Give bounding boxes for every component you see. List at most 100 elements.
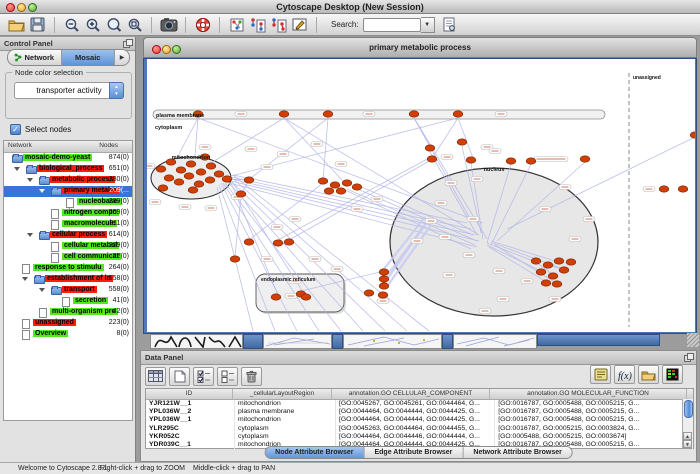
expander-icon[interactable] [14, 167, 20, 171]
tree-row-macromolecule[interactable]: macromolecule311(0) [4, 219, 132, 230]
function-builder-icon[interactable]: f(x) [614, 365, 635, 384]
expander-icon[interactable] [27, 178, 33, 182]
network-node[interactable] [156, 166, 166, 172]
network-node[interactable] [284, 239, 294, 245]
table-scrollbar[interactable]: ▲ ▼ [682, 399, 693, 448]
network-node[interactable] [273, 240, 283, 246]
column-header-2[interactable]: _cellularLayoutRegion [233, 389, 332, 399]
network-node[interactable] [580, 156, 590, 162]
scroll-up-icon[interactable]: ▲ [683, 432, 692, 440]
float-panel-icon[interactable] [684, 353, 692, 361]
tab-edge-attribute-browser[interactable]: Edge Attribute Browser [364, 447, 463, 458]
zoom-fit-icon[interactable] [125, 15, 144, 34]
expander-icon[interactable] [22, 277, 28, 281]
import-attributes-icon[interactable] [590, 365, 611, 384]
background-window-fragment[interactable] [343, 334, 442, 349]
table-row-ykr052c[interactable]: YKR052Ccytoplasm[GO:0044464, GO:0044446,… [146, 433, 693, 441]
network-node[interactable] [427, 156, 437, 162]
network-node[interactable] [352, 184, 362, 190]
tab-mosaic[interactable]: Mosaic [62, 50, 116, 65]
network-node[interactable] [678, 186, 688, 192]
network-node[interactable] [194, 181, 204, 187]
background-window-fragment[interactable] [150, 334, 243, 349]
column-header-3[interactable]: annotation.GO CELLULAR_COMPONENT [332, 389, 490, 399]
new-network-icon[interactable] [227, 15, 246, 34]
network-node[interactable] [559, 267, 569, 273]
annotation-icon[interactable] [290, 15, 309, 34]
tab-network[interactable]: Network [8, 50, 62, 65]
network-node[interactable] [184, 173, 194, 179]
network-node[interactable] [336, 188, 346, 194]
network-node[interactable] [205, 177, 215, 183]
scrollbar-thumb[interactable] [684, 400, 693, 418]
tree-row-unassigned[interactable]: unassigned223(0) [4, 318, 132, 329]
network-node[interactable] [690, 132, 695, 138]
table-row-ypl036w__1[interactable]: YPL036W__1mitochondrion[GO:0044464, GO:0… [146, 416, 693, 424]
search-options-icon[interactable] [440, 15, 459, 34]
network-node[interactable] [236, 191, 246, 197]
network-node[interactable] [552, 281, 562, 287]
network-node[interactable] [324, 188, 334, 194]
network-node[interactable] [453, 111, 463, 117]
open-icon[interactable] [7, 15, 26, 34]
select-nodes-checkbox[interactable]: ✓ [10, 124, 21, 135]
unselect-attributes-icon[interactable] [217, 367, 238, 386]
tree-row-biological-process[interactable]: biological_process651(0) [4, 164, 132, 175]
network-node[interactable] [222, 176, 232, 182]
network-from-selected-nodes-icon[interactable] [248, 15, 267, 34]
expander-icon[interactable] [39, 189, 45, 193]
network-node[interactable] [271, 294, 281, 300]
tree-row-metabolic-process[interactable]: metabolic process280(0) [4, 175, 132, 186]
search-input[interactable] [363, 18, 421, 32]
network-node[interactable] [301, 294, 311, 300]
table-row-ypl036w__2[interactable]: YPL036W__2plasma membrane[GO:0044464, GO… [146, 408, 693, 416]
tree-row-cellular-process[interactable]: cellular process614(0) [4, 230, 132, 241]
table-row-yjr121w__1[interactable]: YJR121W__1mitochondrion[GO:0045267, GO:0… [146, 400, 693, 408]
network-node[interactable] [526, 158, 536, 164]
expander-icon[interactable] [39, 288, 45, 292]
network-node[interactable] [318, 178, 328, 184]
network-node[interactable] [164, 175, 174, 181]
network-node[interactable] [186, 161, 196, 167]
tree-row-overview[interactable]: Overview8(0) [4, 329, 132, 340]
tab-network-attribute-browser[interactable]: Network Attribute Browser [463, 447, 571, 458]
tree-row-mosaic-demo-yeast[interactable]: mosaic-demo-yeast874(0) [4, 153, 132, 164]
network-node[interactable] [158, 185, 168, 191]
tree-row-cellular-metabol[interactable]: cellular metabol209(0) [4, 241, 132, 252]
save-icon[interactable] [28, 15, 47, 34]
tree-row-response-to-stimulu[interactable]: response to stimulu264(0) [4, 263, 132, 274]
network-node[interactable] [457, 139, 467, 145]
matrix-view-icon[interactable] [662, 365, 683, 384]
network-node[interactable] [543, 262, 553, 268]
network-node[interactable] [330, 182, 340, 188]
network-node[interactable] [206, 163, 216, 169]
tab-node-attribute-browser[interactable]: Node Attribute Browser [265, 447, 364, 458]
network-canvas[interactable]: plasma membrane cytoplasm mitochondrion … [147, 59, 695, 332]
network-node[interactable] [541, 280, 551, 286]
tree-row-cell-communicat[interactable]: cell communicat22(0) [4, 252, 132, 263]
table-row-ylr295c[interactable]: YLR295Ccytoplasm[GO:0045263, GO:0044464,… [146, 425, 693, 433]
new-attribute-icon[interactable] [169, 367, 190, 386]
network-node[interactable] [188, 187, 198, 193]
network-window-titlebar[interactable]: primary metabolic process [143, 37, 697, 58]
column-header-1[interactable]: ID [146, 389, 233, 399]
attribute-table-icon[interactable] [145, 367, 166, 386]
network-node[interactable] [379, 283, 389, 289]
snapshot-icon[interactable] [159, 15, 178, 34]
node-color-combobox[interactable]: transporter activity ▲▼ [14, 82, 124, 99]
network-node[interactable] [378, 292, 388, 298]
zoom-out-icon[interactable] [62, 15, 81, 34]
background-window-edge[interactable] [243, 334, 263, 349]
background-window-edge[interactable] [442, 334, 453, 349]
background-window-fragment[interactable] [453, 334, 537, 349]
network-node[interactable] [379, 276, 389, 282]
zoom-in-icon[interactable] [83, 15, 102, 34]
tree-row-primary-metabo[interactable]: primary metabo209(... [4, 186, 132, 197]
network-node[interactable] [244, 177, 254, 183]
network-node[interactable] [323, 111, 333, 117]
network-node[interactable] [536, 269, 546, 275]
open-attribute-file-icon[interactable] [638, 365, 659, 384]
tree-row-establishment-of-lo[interactable]: establishment of lo558(0) [4, 274, 132, 285]
help-icon[interactable] [193, 15, 212, 34]
network-node[interactable] [379, 269, 389, 275]
